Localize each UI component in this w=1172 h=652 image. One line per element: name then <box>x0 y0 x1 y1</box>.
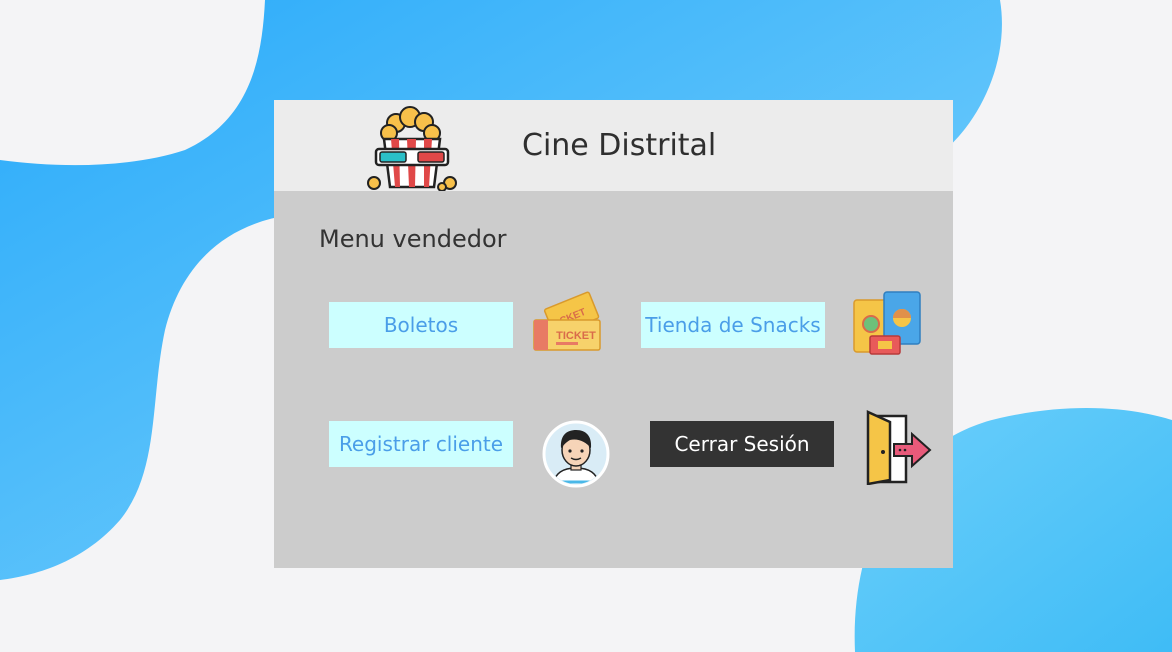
app-title: Cine Distrital <box>522 128 717 163</box>
user-avatar-icon <box>542 420 610 488</box>
ticket-icon: CKET TICKET <box>533 291 601 351</box>
menu-panel: Cine Distrital Menu vendedor Boletos CKE… <box>274 100 953 568</box>
cerrar-sesion-button[interactable]: Cerrar Sesión <box>650 421 834 467</box>
tienda-snacks-button[interactable]: Tienda de Snacks <box>641 302 825 348</box>
boletos-button[interactable]: Boletos <box>329 302 513 348</box>
panel-header: Cine Distrital <box>274 100 953 191</box>
registrar-cliente-button[interactable]: Registrar cliente <box>329 421 513 467</box>
menu-subtitle: Menu vendedor <box>319 225 507 253</box>
snacks-icon <box>853 291 921 355</box>
popcorn-3d-glasses-icon <box>367 106 457 191</box>
page: Cine Distrital Menu vendedor Boletos CKE… <box>0 0 1172 652</box>
svg-text:TICKET: TICKET <box>556 330 596 342</box>
exit-door-icon <box>866 410 932 485</box>
